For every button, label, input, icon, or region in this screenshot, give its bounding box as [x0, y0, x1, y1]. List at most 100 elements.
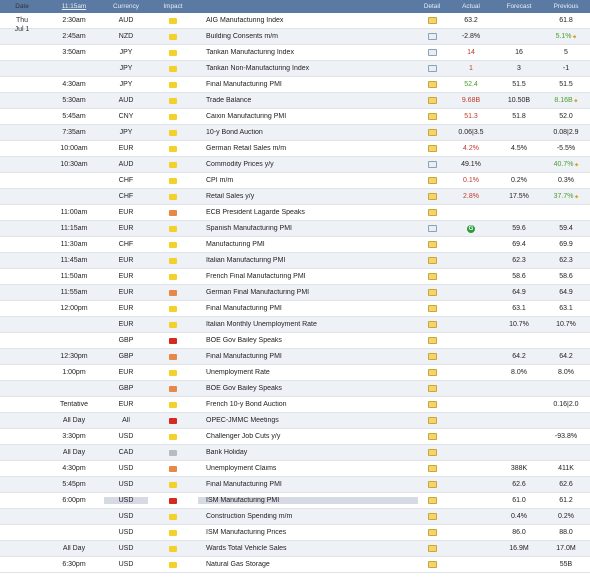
row-detail[interactable] — [418, 385, 446, 392]
table-row[interactable]: 11:30am CHF Manufacturing PMI 69.4 69.9 — [0, 237, 590, 253]
header-date[interactable]: Date — [0, 3, 44, 10]
table-row[interactable]: All Day All OPEC-JMMC Meetings — [0, 413, 590, 429]
row-impact[interactable] — [148, 385, 198, 392]
detail-folder-icon[interactable] — [427, 81, 437, 88]
table-row[interactable]: 1:00pm EUR Unemployment Rate 8.0% 8.0% — [0, 365, 590, 381]
row-detail[interactable] — [418, 209, 446, 216]
row-impact[interactable] — [148, 97, 198, 104]
row-impact[interactable] — [148, 481, 198, 488]
table-row[interactable]: 2:30am AUD AIG Manufacturing Index 63.2 61.8 — [0, 13, 590, 29]
impact-icon[interactable] — [169, 17, 177, 24]
table-row[interactable]: 10:00am EUR German Retail Sales m/m 4.2% 4.5… — [0, 141, 590, 157]
impact-icon[interactable] — [169, 321, 177, 328]
row-event[interactable]: Caixin Manufacturing PMI — [198, 113, 418, 120]
row-event[interactable]: Final Manufacturing PMI — [198, 81, 418, 88]
row-detail[interactable] — [418, 49, 446, 56]
table-row[interactable]: 12:30pm GBP Final Manufacturing PMI 64.2 64.… — [0, 349, 590, 365]
impact-icon[interactable] — [169, 81, 177, 88]
row-detail[interactable] — [418, 177, 446, 184]
detail-folder-icon[interactable] — [427, 385, 437, 392]
detail-folder-icon[interactable] — [427, 129, 437, 136]
row-impact[interactable] — [148, 257, 198, 264]
row-detail[interactable] — [418, 241, 446, 248]
detail-document-icon[interactable] — [427, 33, 437, 40]
row-detail[interactable] — [418, 369, 446, 376]
impact-icon[interactable] — [169, 97, 177, 104]
table-row[interactable]: EUR Italian Monthly Unemployment Rate 10.7… — [0, 317, 590, 333]
table-row[interactable]: 3:50am JPY Tankan Manufacturing Index 14 16 5 — [0, 45, 590, 61]
row-event[interactable]: Spanish Manufacturing PMI — [198, 225, 418, 232]
detail-document-icon[interactable] — [427, 49, 437, 56]
table-row[interactable]: 7:35am JPY 10-y Bond Auction 0.06|3.5 0.08|2… — [0, 125, 590, 141]
impact-icon[interactable] — [169, 33, 177, 40]
row-event[interactable]: 10-y Bond Auction — [198, 129, 418, 136]
impact-icon[interactable] — [169, 337, 177, 344]
row-impact[interactable] — [148, 209, 198, 216]
row-detail[interactable] — [418, 161, 446, 168]
detail-folder-icon[interactable] — [427, 481, 437, 488]
row-detail[interactable] — [418, 257, 446, 264]
table-row[interactable]: GBP BOE Gov Bailey Speaks — [0, 381, 590, 397]
row-event[interactable]: Bank Holiday — [198, 449, 418, 456]
impact-icon[interactable] — [169, 465, 177, 472]
detail-folder-icon[interactable] — [427, 257, 437, 264]
table-row[interactable]: 4:30am JPY Final Manufacturing PMI 52.4 51.5… — [0, 77, 590, 93]
detail-folder-icon[interactable] — [427, 449, 437, 456]
impact-icon[interactable] — [169, 561, 177, 568]
impact-icon[interactable] — [169, 161, 177, 168]
impact-icon[interactable] — [169, 545, 177, 552]
row-event[interactable]: BOE Gov Bailey Speaks — [198, 337, 418, 344]
row-detail[interactable] — [418, 561, 446, 568]
row-impact[interactable] — [148, 545, 198, 552]
impact-icon[interactable] — [169, 193, 177, 200]
row-impact[interactable] — [148, 273, 198, 280]
row-event[interactable]: AIG Manufacturing Index — [198, 17, 418, 24]
row-event[interactable]: OPEC-JMMC Meetings — [198, 417, 418, 424]
detail-folder-icon[interactable] — [427, 497, 437, 504]
row-event[interactable]: Commodity Prices y/y — [198, 161, 418, 168]
table-row[interactable]: 5:45am CNY Caixin Manufacturing PMI 51.3 51.… — [0, 109, 590, 125]
row-impact[interactable] — [148, 81, 198, 88]
row-event[interactable]: German Retail Sales m/m — [198, 145, 418, 152]
row-impact[interactable] — [148, 561, 198, 568]
row-impact[interactable] — [148, 161, 198, 168]
impact-icon[interactable] — [169, 305, 177, 312]
row-impact[interactable] — [148, 449, 198, 456]
row-impact[interactable] — [148, 417, 198, 424]
detail-folder-icon[interactable] — [427, 369, 437, 376]
impact-icon[interactable] — [169, 257, 177, 264]
table-row[interactable]: 11:50am EUR French Final Manufacturing PMI… — [0, 269, 590, 285]
row-event[interactable]: Manufacturing PMI — [198, 241, 418, 248]
row-detail[interactable] — [418, 353, 446, 360]
table-row[interactable]: CHF Retail Sales y/y 2.8% 17.5% 37.7% ⬥ — [0, 189, 590, 205]
row-event[interactable]: Final Manufacturing PMI — [198, 353, 418, 360]
row-detail[interactable] — [418, 449, 446, 456]
row-impact[interactable] — [148, 529, 198, 536]
row-event[interactable]: Building Consents m/m — [198, 33, 418, 40]
row-event[interactable]: Final Manufacturing PMI — [198, 481, 418, 488]
row-impact[interactable] — [148, 497, 198, 504]
row-impact[interactable] — [148, 129, 198, 136]
detail-document-icon[interactable] — [427, 65, 437, 72]
row-detail[interactable] — [418, 225, 446, 232]
impact-icon[interactable] — [169, 369, 177, 376]
detail-folder-icon[interactable] — [427, 561, 437, 568]
detail-folder-icon[interactable] — [427, 401, 437, 408]
row-detail[interactable] — [418, 145, 446, 152]
impact-icon[interactable] — [169, 225, 177, 232]
impact-icon[interactable] — [169, 417, 177, 424]
table-row[interactable]: 10:30am AUD Commodity Prices y/y 49.1% 40.7%… — [0, 157, 590, 173]
row-impact[interactable] — [148, 193, 198, 200]
row-detail[interactable] — [418, 81, 446, 88]
detail-document-icon[interactable] — [427, 161, 437, 168]
row-detail[interactable] — [418, 465, 446, 472]
row-detail[interactable] — [418, 545, 446, 552]
detail-folder-icon[interactable] — [427, 273, 437, 280]
row-event[interactable]: Challenger Job Cuts y/y — [198, 433, 418, 440]
table-row[interactable]: 11:45am EUR Italian Manufacturing PMI 62.3 6… — [0, 253, 590, 269]
graph-icon[interactable]: G — [467, 224, 475, 233]
row-event[interactable]: ECB President Lagarde Speaks — [198, 209, 418, 216]
detail-folder-icon[interactable] — [427, 241, 437, 248]
impact-icon[interactable] — [169, 481, 177, 488]
table-row[interactable]: 6:00pm USD ISM Manufacturing PMI 61.0 61.2 — [0, 493, 590, 509]
